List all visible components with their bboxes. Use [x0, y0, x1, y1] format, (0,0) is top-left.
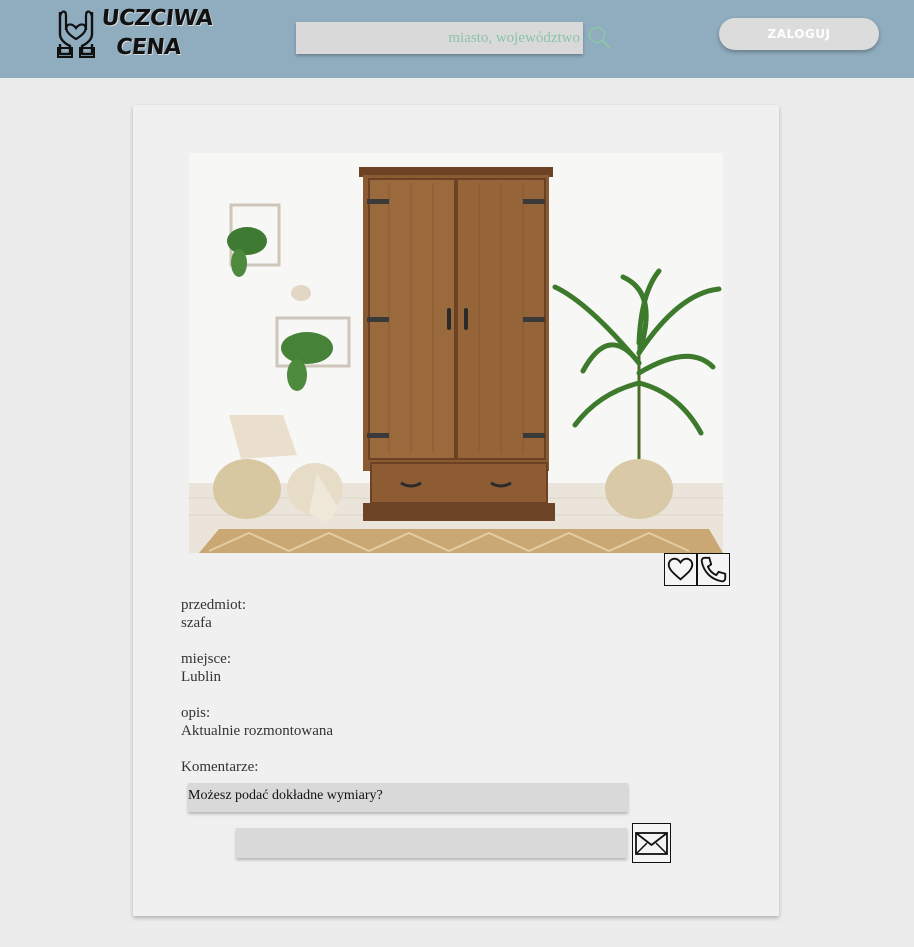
listing-card: przedmiot: szafa miejsce: Lublin opis: A…: [133, 105, 779, 916]
search-icon[interactable]: [587, 25, 613, 51]
description-label: opis:: [181, 705, 211, 721]
search-input[interactable]: [296, 22, 583, 54]
place-value: Lublin: [181, 669, 221, 685]
logo-line1: UCZCIWA: [100, 6, 214, 31]
call-button[interactable]: [697, 553, 730, 586]
logo[interactable]: UCZCIWA CENA: [52, 2, 214, 64]
comment-input[interactable]: [236, 828, 627, 858]
listing-photo: [189, 153, 723, 553]
login-button[interactable]: ZALOGUJ: [719, 18, 879, 50]
logo-line2: CENA: [114, 35, 183, 60]
logo-text: UCZCIWA CENA: [97, 4, 214, 62]
description-value: Aktualnie rozmontowana: [181, 723, 334, 739]
comments-label: Komentarze:: [181, 759, 259, 775]
comment-text: Możesz podać dokładne wymiary?: [188, 788, 383, 803]
phone-icon: [700, 556, 727, 583]
top-bar: UCZCIWA CENA ZALOGUJ: [0, 0, 914, 78]
envelope-icon: [635, 832, 668, 855]
hands-heart-icon: [57, 10, 95, 58]
item-value: szafa: [181, 615, 212, 631]
favorite-button[interactable]: [664, 553, 697, 586]
comment-item: Możesz podać dokładne wymiary?: [188, 783, 628, 812]
send-comment-button[interactable]: [632, 823, 671, 863]
heart-icon: [667, 557, 694, 581]
item-label: przedmiot:: [181, 597, 246, 613]
place-label: miejsce:: [181, 651, 231, 667]
